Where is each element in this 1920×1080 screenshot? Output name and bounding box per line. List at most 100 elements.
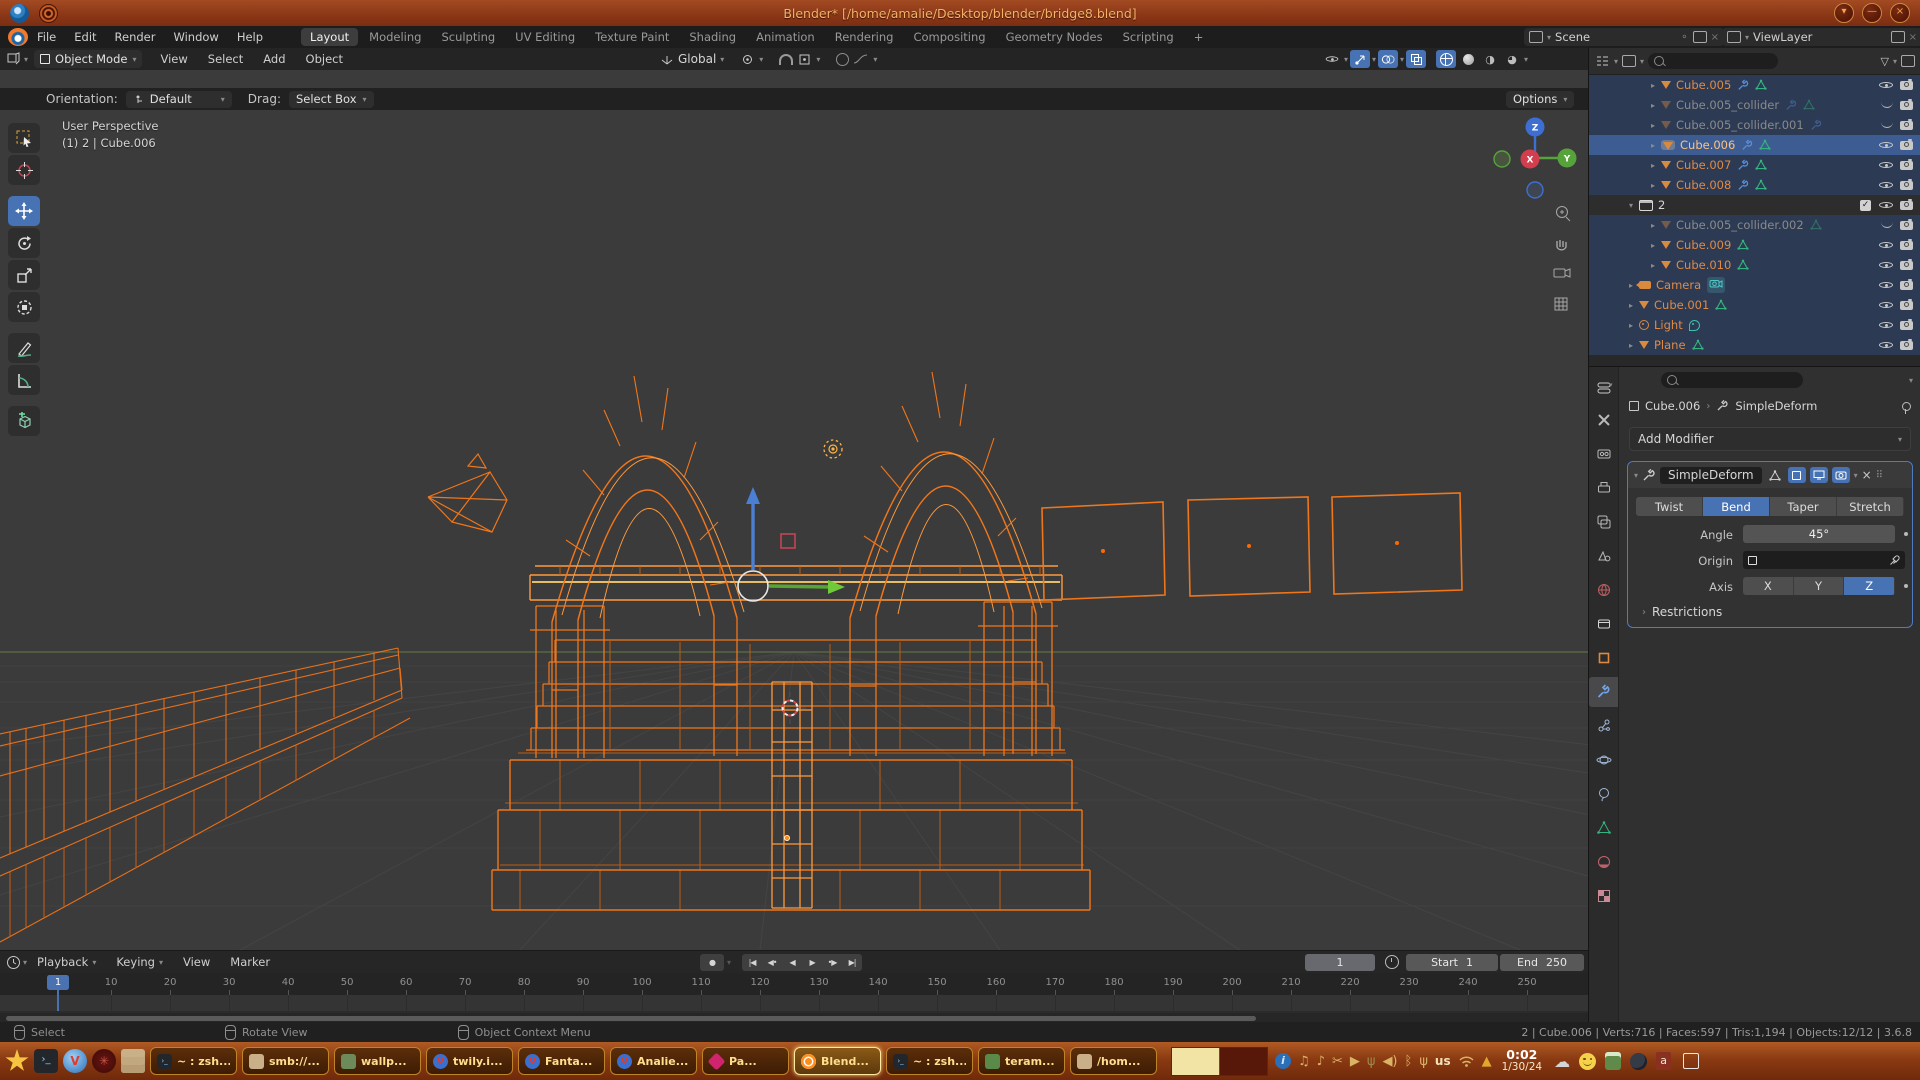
play-reverse-icon[interactable]: ◀ xyxy=(782,954,802,971)
use-preview-range-icon[interactable] xyxy=(1385,955,1399,969)
object-name[interactable]: Cube.005_collider xyxy=(1676,98,1779,112)
task-button-smb[interactable]: smb://... xyxy=(242,1047,329,1075)
modifier-name-field[interactable]: SimpleDeform xyxy=(1660,467,1762,484)
playhead-label[interactable]: 1 xyxy=(47,975,69,990)
deform-mode-twist[interactable]: Twist xyxy=(1636,497,1703,516)
disable-render-icon[interactable] xyxy=(1900,221,1913,230)
show-render-icon[interactable] xyxy=(1832,467,1850,483)
outliner-row-2[interactable]: ▾2✓ xyxy=(1589,195,1920,215)
task-button-wallp[interactable]: wallp... xyxy=(334,1047,421,1075)
workspace-tab-texture-paint[interactable]: Texture Paint xyxy=(586,28,678,46)
task-button-analie[interactable]: VAnalie... xyxy=(610,1047,697,1075)
task-button-hom[interactable]: /hom... xyxy=(1070,1047,1157,1075)
timeline-track[interactable] xyxy=(0,995,1588,1011)
usb-tray-icon[interactable]: ψ xyxy=(1419,1054,1428,1069)
clock[interactable]: 0:02 1/30/24 xyxy=(1502,1048,1542,1073)
workspace-tab-rendering[interactable]: Rendering xyxy=(826,28,903,46)
workspace-tab-shading[interactable]: Shading xyxy=(680,28,745,46)
launcher-browser-icon[interactable]: V xyxy=(63,1049,87,1073)
disable-render-icon[interactable] xyxy=(1900,101,1913,110)
mic-tray-icon[interactable]: ψ xyxy=(1367,1054,1376,1069)
new-collection-icon[interactable] xyxy=(1901,55,1915,67)
expand-icon[interactable]: ▸ xyxy=(1625,301,1637,310)
menu-render[interactable]: Render xyxy=(115,30,156,44)
tool-transform[interactable] xyxy=(8,292,40,322)
collection-checkbox[interactable]: ✓ xyxy=(1860,200,1871,211)
outliner-row-cube-001[interactable]: ▸ Cube.001 xyxy=(1589,295,1920,315)
properties-tab-particles[interactable] xyxy=(1589,711,1618,741)
outliner-row-cube-005-collider-002[interactable]: ▸Cube.005_collider.002 xyxy=(1589,215,1920,235)
expand-icon[interactable]: ▸ xyxy=(1647,261,1659,270)
editor-type-icon[interactable] xyxy=(4,50,24,68)
disable-render-icon[interactable] xyxy=(1900,121,1913,130)
tool-rotate[interactable] xyxy=(8,228,40,258)
current-frame-field[interactable]: 1 xyxy=(1305,954,1375,971)
expand-icon[interactable]: ▸ xyxy=(1647,241,1659,250)
copy-viewlayer-icon[interactable] xyxy=(1891,31,1905,43)
properties-tab-world[interactable] xyxy=(1589,575,1618,605)
unlink-scene-icon[interactable]: × xyxy=(1711,32,1719,43)
play-tray-icon[interactable]: ▶ xyxy=(1350,1054,1360,1069)
axis-option-z[interactable]: Z xyxy=(1844,577,1895,595)
dictionary-icon[interactable]: a xyxy=(1656,1052,1671,1070)
add-workspace-button[interactable]: + xyxy=(1185,28,1213,46)
overlays-icon[interactable] xyxy=(1378,50,1398,68)
task-button-fanta[interactable]: VFanta... xyxy=(518,1047,605,1075)
angle-field[interactable]: 45° xyxy=(1743,525,1895,543)
task-button-twilyi[interactable]: Vtwily.i... xyxy=(426,1047,513,1075)
properties-tab-object[interactable] xyxy=(1589,643,1618,673)
hide-eye-icon[interactable] xyxy=(1879,179,1893,191)
object-name[interactable]: Cube.005_collider.002 xyxy=(1676,218,1804,232)
modifier-extras-icon[interactable]: ▾ xyxy=(1854,471,1858,480)
expand-icon[interactable]: ▸ xyxy=(1625,341,1637,350)
object-name[interactable]: Cube.005 xyxy=(1676,78,1731,92)
hide-eye-icon[interactable] xyxy=(1879,79,1893,91)
properties-tab-object-data[interactable] xyxy=(1589,813,1618,843)
expand-icon[interactable]: ▸ xyxy=(1647,161,1659,170)
shade-button[interactable]: ▾ xyxy=(1834,3,1854,23)
workspace-tab-sculpting[interactable]: Sculpting xyxy=(432,28,504,46)
launcher-media-icon[interactable]: ✳ xyxy=(92,1049,116,1073)
origin-field[interactable] xyxy=(1743,551,1905,569)
pin-icon[interactable]: ⚬ xyxy=(1680,32,1688,43)
deform-mode-bend[interactable]: Bend xyxy=(1703,497,1770,516)
hide-eye-icon[interactable] xyxy=(1879,299,1893,311)
info-tray-icon[interactable]: i xyxy=(1275,1053,1291,1069)
outliner-row-camera[interactable]: ▸Camera xyxy=(1589,275,1920,295)
hide-eye-closed-icon[interactable] xyxy=(1881,100,1893,110)
task-button-teram[interactable]: teram... xyxy=(978,1047,1065,1075)
snap-magnet-icon[interactable] xyxy=(779,54,793,65)
tool-select-box[interactable] xyxy=(8,123,40,153)
expand-icon[interactable]: ▾ xyxy=(1625,201,1637,210)
outliner-row-cube-007[interactable]: ▸Cube.007 xyxy=(1589,155,1920,175)
outliner-editor-icon[interactable] xyxy=(1595,55,1610,68)
3d-viewport[interactable]: Z Y X Orientation: Default ▾ Drag: Selec… xyxy=(0,70,1588,950)
copy-scene-icon[interactable] xyxy=(1693,31,1707,43)
menu-star-icon[interactable] xyxy=(5,1049,29,1073)
show-in-editmode-icon[interactable] xyxy=(1788,467,1806,483)
pager-desktop-2[interactable] xyxy=(1220,1048,1267,1075)
display-mode-icon[interactable] xyxy=(1622,55,1636,67)
disable-render-icon[interactable] xyxy=(1900,321,1913,330)
hide-eye-icon[interactable] xyxy=(1879,139,1893,151)
wallet-icon[interactable] xyxy=(1630,1053,1647,1070)
disable-render-icon[interactable] xyxy=(1900,141,1913,150)
expand-icon[interactable]: ▸ xyxy=(1647,181,1659,190)
disable-render-icon[interactable] xyxy=(1900,181,1913,190)
disable-render-icon[interactable] xyxy=(1900,301,1913,310)
updates-icon[interactable]: ▲ xyxy=(1482,1054,1492,1069)
disable-render-icon[interactable] xyxy=(1900,261,1913,270)
hide-eye-icon[interactable] xyxy=(1879,279,1893,291)
properties-tab-material[interactable] xyxy=(1589,847,1618,877)
show-desktop-icon[interactable] xyxy=(1683,1053,1699,1069)
pin-id-icon[interactable] xyxy=(1902,402,1911,411)
task-button-zsh[interactable]: ›_~ : zsh... xyxy=(150,1047,237,1075)
object-name[interactable]: Plane xyxy=(1654,338,1686,352)
object-name[interactable]: Cube.001 xyxy=(1654,298,1709,312)
bluetooth-tray-icon[interactable]: ᛒ xyxy=(1405,1054,1413,1069)
outliner-row-cube-010[interactable]: ▸Cube.010 xyxy=(1589,255,1920,275)
jump-to-start-icon[interactable]: |◀ xyxy=(742,954,762,971)
cut-tray-icon[interactable]: ✂ xyxy=(1332,1054,1343,1069)
properties-tab-output[interactable] xyxy=(1589,473,1618,503)
deform-mode-taper[interactable]: Taper xyxy=(1770,497,1837,516)
